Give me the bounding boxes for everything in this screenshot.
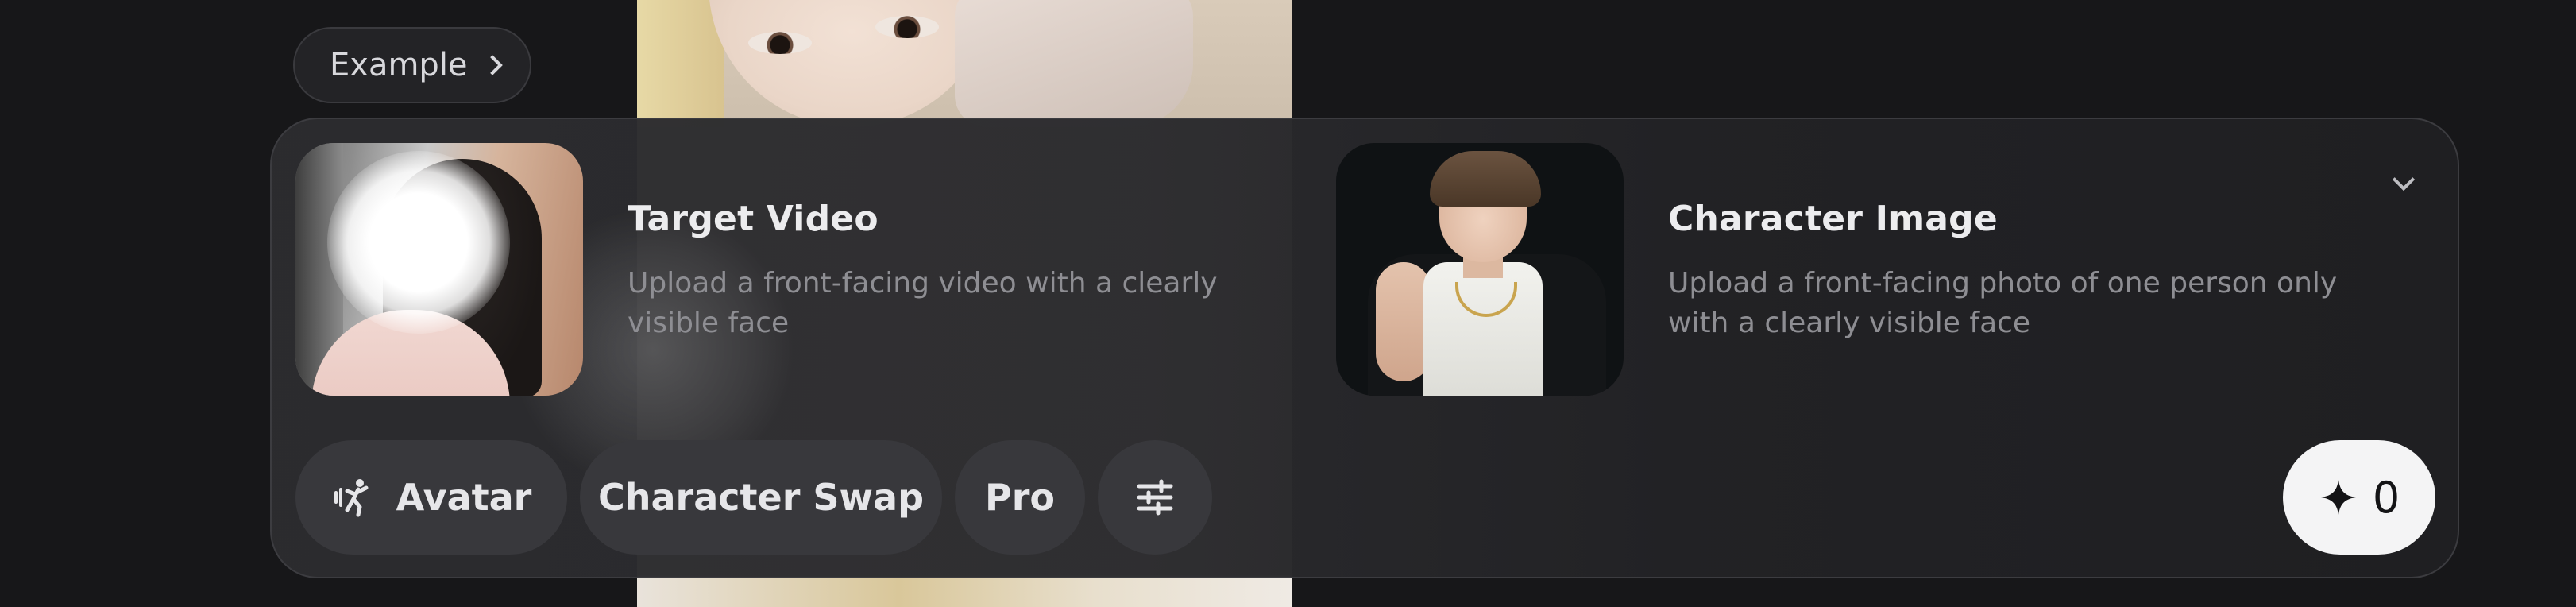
thumbnail-hair — [1430, 151, 1541, 207]
avatar-label: Avatar — [396, 476, 532, 519]
chevron-right-icon — [481, 55, 503, 75]
sparkle-icon — [2320, 480, 2356, 515]
background-bottom-hair — [637, 575, 1292, 607]
background-hand — [955, 0, 1193, 127]
background-hair — [637, 0, 724, 127]
target-video-thumbnail[interactable] — [295, 143, 583, 396]
background-left-eye — [748, 32, 812, 54]
background-face — [709, 0, 994, 127]
generate-credits-button[interactable]: 0 — [2283, 440, 2435, 555]
character-image-description: Upload a front-facing photo of one perso… — [1668, 267, 2338, 339]
pro-button[interactable]: Pro — [955, 440, 1085, 555]
page: Example Target Video Upload a front-faci… — [0, 0, 2576, 607]
sliders-icon — [1137, 479, 1173, 516]
credits-value: 0 — [2372, 472, 2400, 523]
example-button[interactable]: Example — [293, 27, 531, 103]
chevron-down-icon[interactable] — [2392, 168, 2416, 191]
target-video-description: Upload a front-facing video with a clear… — [628, 267, 1218, 339]
example-label: Example — [330, 47, 468, 83]
character-image-thumbnail[interactable] — [1336, 143, 1624, 396]
avatar-dance-icon — [334, 479, 369, 517]
target-video-title: Target Video — [628, 199, 879, 239]
background-right-eye — [875, 16, 939, 38]
face-blur-overlay — [327, 151, 510, 334]
character-swap-button[interactable]: Character Swap — [580, 440, 942, 555]
character-image-title: Character Image — [1668, 199, 1998, 239]
pro-label: Pro — [984, 476, 1055, 519]
character-swap-label: Character Swap — [597, 476, 925, 519]
settings-button[interactable] — [1098, 440, 1212, 555]
avatar-button[interactable]: Avatar — [295, 440, 567, 555]
swap-panel: Target Video Upload a front-facing video… — [270, 118, 2459, 578]
